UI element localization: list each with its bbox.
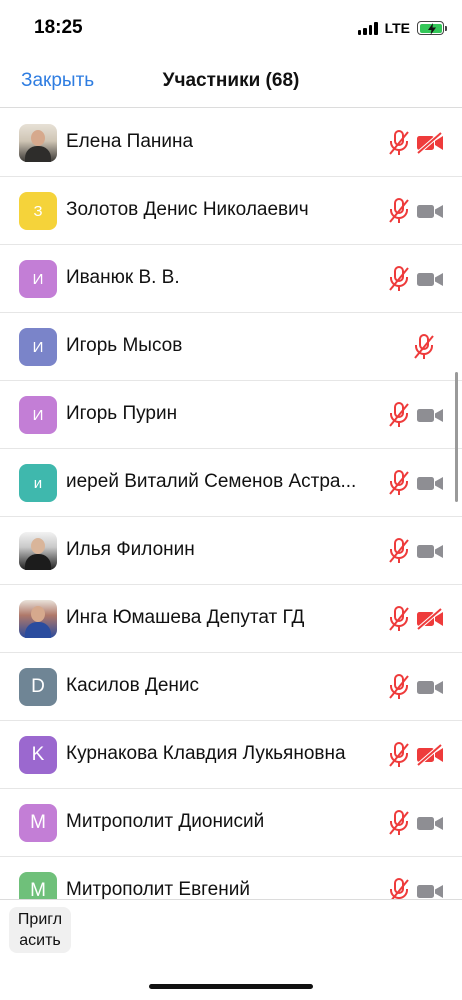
- participant-name: Инга Юмашева Депутат ГД: [66, 607, 305, 628]
- mic-muted-icon: [389, 674, 409, 699]
- participant-row[interactable]: K Курнакова Клавдия Лукьяновна: [0, 721, 462, 789]
- mic-muted-icon: [389, 538, 409, 563]
- avatar: D: [19, 668, 57, 706]
- bottom-toolbar: Пригл асить: [0, 899, 462, 1000]
- avatar-photo: [19, 532, 57, 570]
- avatar: K: [19, 736, 57, 774]
- video-off-icon: [416, 131, 443, 155]
- participant-name: Золотов Денис Николаевич: [66, 199, 309, 220]
- nav-bar: Закрыть Участники (68): [0, 56, 462, 108]
- mic-muted-icon: [390, 878, 409, 899]
- status-bar: 18:25 LTE: [0, 0, 462, 56]
- status-time: 18:25: [34, 17, 83, 38]
- avatar: И: [19, 396, 57, 434]
- invite-label-line2: асить: [19, 932, 61, 949]
- participant-name: Илья Филонин: [66, 539, 195, 560]
- participant-row[interactable]: И Игорь Мысов: [0, 313, 462, 381]
- video-off-icon: [416, 743, 443, 767]
- invite-label-line1: Пригл: [17, 911, 63, 928]
- mic-muted-icon: [389, 742, 409, 767]
- video-icon: [417, 817, 443, 830]
- participant-name: Митрополит Евгений: [66, 879, 250, 899]
- mic-muted-icon: [389, 130, 409, 155]
- avatar: И: [19, 328, 57, 366]
- video-icon: [417, 409, 443, 422]
- video-icon: [417, 545, 443, 558]
- participant-row[interactable]: M Митрополит Дионисий: [0, 789, 462, 857]
- mic-muted-icon: [389, 470, 409, 495]
- mic-muted-icon: [414, 334, 434, 359]
- participant-row[interactable]: D Касилов Денис: [0, 653, 462, 721]
- scrollbar[interactable]: [455, 372, 458, 502]
- status-indicators: LTE: [357, 20, 447, 36]
- home-indicator[interactable]: [149, 984, 313, 989]
- participants-list[interactable]: Елена Панина З Золотов Денис Николаевич И Ив…: [0, 109, 462, 899]
- avatar-photo: [19, 600, 57, 638]
- mic-muted-icon: [389, 198, 409, 223]
- video-icon: [417, 681, 443, 694]
- participant-name: Митрополит Дионисий: [66, 811, 265, 832]
- participant-name: Игорь Пурин: [66, 403, 178, 424]
- participant-name: иерей Виталий Семенов Астра...: [66, 471, 357, 492]
- participant-name: Касилов Денис: [66, 675, 200, 696]
- participant-row[interactable]: и иерей Виталий Семенов Астра...: [0, 449, 462, 517]
- avatar: И: [19, 260, 57, 298]
- avatar-photo: [19, 124, 57, 162]
- participant-name: Курнакова Клавдия Лукьяновна: [66, 743, 346, 764]
- participant-row[interactable]: Илья Филонин: [0, 517, 462, 585]
- battery-charging-icon: [417, 21, 447, 35]
- video-icon: [417, 885, 443, 898]
- participant-name: Иванюк В. В.: [66, 267, 180, 288]
- mic-muted-icon: [389, 402, 409, 427]
- invite-button[interactable]: Пригл асить: [9, 907, 71, 953]
- video-icon: [417, 477, 443, 490]
- avatar: и: [19, 464, 57, 502]
- avatar: M: [19, 872, 57, 899]
- video-off-icon: [416, 607, 443, 631]
- participant-row[interactable]: И Иванюк В. В.: [0, 245, 462, 313]
- video-icon: [417, 205, 443, 218]
- network-type: LTE: [384, 20, 410, 36]
- signal-icon: [357, 21, 378, 35]
- participant-name: Игорь Мысов: [66, 335, 183, 356]
- participant-row[interactable]: З Золотов Денис Николаевич: [0, 177, 462, 245]
- mic-muted-icon: [389, 266, 409, 291]
- participant-row[interactable]: И Игорь Пурин: [0, 381, 462, 449]
- video-icon: [417, 273, 443, 286]
- participant-name: Елена Панина: [66, 131, 194, 152]
- avatar: M: [19, 804, 57, 842]
- participant-row[interactable]: Елена Панина: [0, 109, 462, 177]
- avatar: З: [19, 192, 57, 230]
- mic-muted-icon: [389, 606, 409, 631]
- participant-row[interactable]: M Митрополит Евгений: [0, 857, 462, 899]
- participant-row[interactable]: Инга Юмашева Депутат ГД: [0, 585, 462, 653]
- page-title: Участники (68): [162, 70, 300, 91]
- mic-muted-icon: [389, 810, 409, 835]
